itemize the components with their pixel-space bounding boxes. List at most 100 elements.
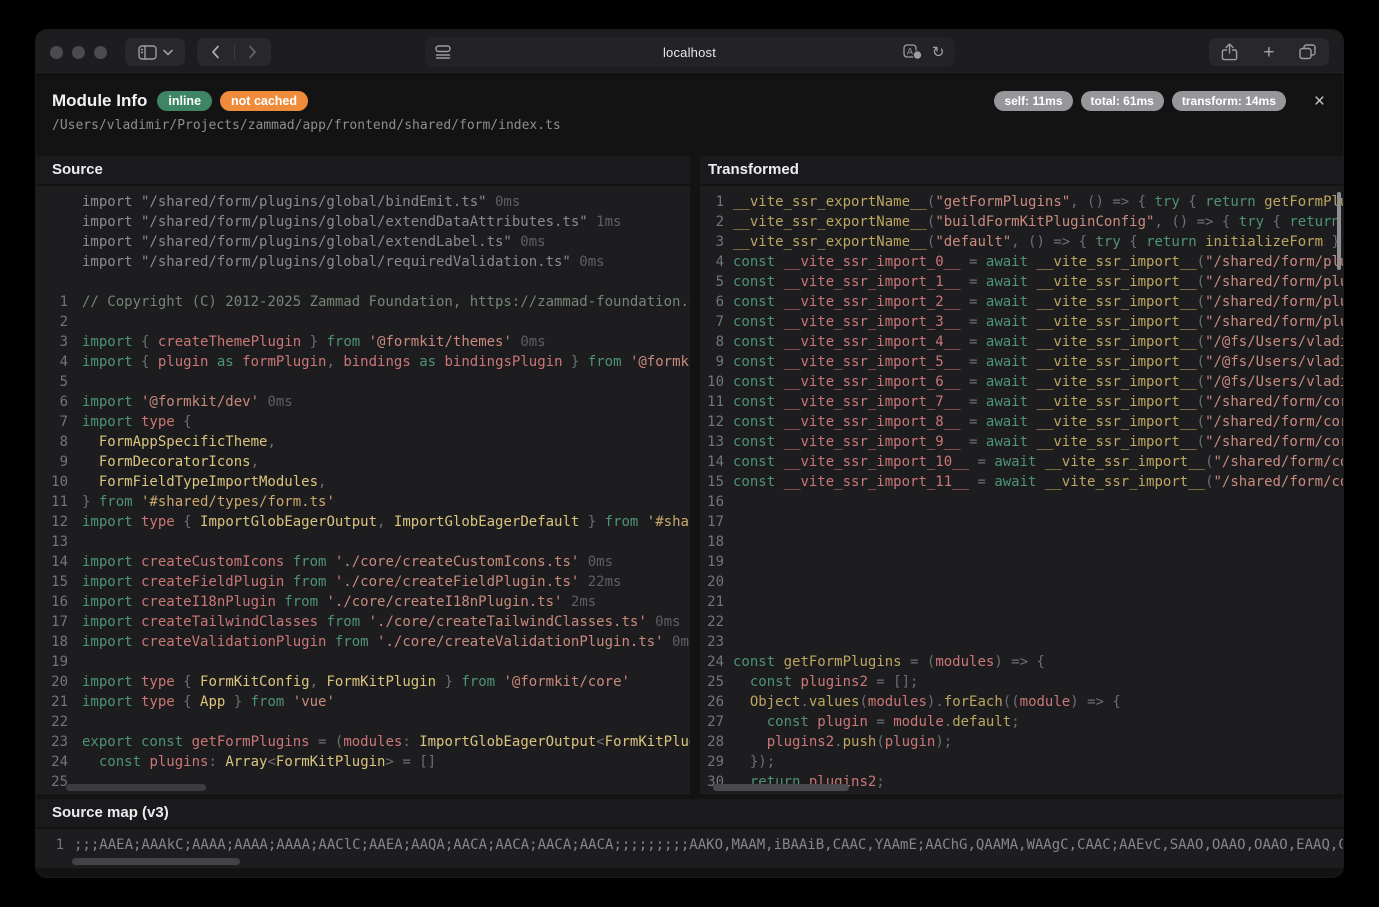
transformed-vscrollbar-thumb[interactable] xyxy=(1337,192,1341,270)
source-panel: Source import "/shared/form/plugins/glob… xyxy=(36,156,690,794)
code-line: 26 Object.values(modules).forEach((modul… xyxy=(704,692,1343,712)
address-bar-actions: A ↻ xyxy=(903,44,945,60)
module-info-header: Module Info inline not cached self: 11mst… xyxy=(36,75,1343,140)
code-line: 9const __vite_ssr_import_5__ = await __v… xyxy=(704,352,1343,372)
code-line: 17import createTailwindClasses from './c… xyxy=(40,612,690,632)
code-line: import "/shared/form/plugins/global/requ… xyxy=(40,252,690,272)
code-line: 6import '@formkit/dev' 0ms xyxy=(40,392,690,412)
code-line: 5const __vite_ssr_import_1__ = await __v… xyxy=(704,272,1343,292)
source-panel-title: Source xyxy=(36,156,690,184)
code-line: import "/shared/form/plugins/global/exte… xyxy=(40,232,690,252)
translate-icon[interactable]: A xyxy=(903,44,922,60)
window-controls xyxy=(50,46,107,59)
code-line: 3import { createThemePlugin } from '@for… xyxy=(40,332,690,352)
code-line: 7const __vite_ssr_import_3__ = await __v… xyxy=(704,312,1343,332)
chevron-right-icon xyxy=(248,45,257,59)
code-line: 12import type { ImportGlobEagerOutput, I… xyxy=(40,512,690,532)
transformed-panel: Transformed 1__vite_ssr_exportName__("ge… xyxy=(700,156,1343,794)
code-line: import "/shared/form/plugins/global/bind… xyxy=(40,192,690,212)
status-badge: inline xyxy=(157,91,212,111)
code-line: 21 xyxy=(704,592,1343,612)
code-line: 15import createFieldPlugin from './core/… xyxy=(40,572,690,592)
code-line: 12const __vite_ssr_import_8__ = await __… xyxy=(704,412,1343,432)
share-icon xyxy=(1221,43,1238,61)
sourcemap-code: 1;;;AAEA;AAAkC;AAAA;AAAA;AAAA;AAClC;AAEA… xyxy=(36,829,1343,868)
code-line: 19 xyxy=(40,652,690,672)
code-line: 25 const plugins2 = []; xyxy=(704,672,1343,692)
code-line: 20import type { FormKitConfig, FormKitPl… xyxy=(40,672,690,692)
source-hscrollbar-thumb[interactable] xyxy=(66,784,206,791)
status-badge: not cached xyxy=(220,91,308,111)
code-line: 22 xyxy=(704,612,1343,632)
code-line: 17 xyxy=(704,512,1343,532)
sourcemap-panel: Source map (v3) 1;;;AAEA;AAAkC;AAAA;AAAA… xyxy=(36,799,1343,868)
code-panels: Source import "/shared/form/plugins/glob… xyxy=(36,156,1343,794)
code-line: 5 xyxy=(40,372,690,392)
code-line: 18import createValidationPlugin from './… xyxy=(40,632,690,652)
code-line: 21import type { App } from 'vue' xyxy=(40,692,690,712)
back-button[interactable] xyxy=(197,38,234,66)
svg-text:A: A xyxy=(907,48,914,58)
transformed-code: 1__vite_ssr_exportName__("getFormPlugins… xyxy=(700,186,1343,794)
code-line: 7import type { xyxy=(40,412,690,432)
reload-icon[interactable]: ↻ xyxy=(932,45,945,60)
source-code: import "/shared/form/plugins/global/bind… xyxy=(36,186,690,794)
code-line: 2 xyxy=(40,312,690,332)
code-line: 22 xyxy=(40,712,690,732)
code-line: 24 const plugins: Array<FormKitPlugin> =… xyxy=(40,752,690,772)
code-line: 18 xyxy=(704,532,1343,552)
code-line: 1// Copyright (C) 2012-2025 Zammad Found… xyxy=(40,292,690,312)
forward-button[interactable] xyxy=(235,38,272,66)
code-line: 8 FormAppSpecificTheme, xyxy=(40,432,690,452)
code-line: 9 FormDecoratorIcons, xyxy=(40,452,690,472)
tabs-icon xyxy=(1299,44,1316,60)
code-line: 1__vite_ssr_exportName__("getFormPlugins… xyxy=(704,192,1343,212)
code-line: 23 xyxy=(704,632,1343,652)
sidebar-toggle-button[interactable] xyxy=(125,38,185,66)
toolbar-right-actions: + xyxy=(1209,38,1329,66)
code-line: 15const __vite_ssr_import_11__ = await _… xyxy=(704,472,1343,492)
code-line: 29 }); xyxy=(704,752,1343,772)
history-nav xyxy=(197,38,271,66)
code-line: 27 const plugin = module.default; xyxy=(704,712,1343,732)
transformed-panel-title: Transformed xyxy=(700,156,1343,184)
url-text: localhost xyxy=(425,45,955,60)
code-line: 14const __vite_ssr_import_10__ = await _… xyxy=(704,452,1343,472)
code-line: 20 xyxy=(704,572,1343,592)
code-line: 16 xyxy=(704,492,1343,512)
code-line: 10const __vite_ssr_import_6__ = await __… xyxy=(704,372,1343,392)
code-line xyxy=(40,272,690,292)
new-tab-button[interactable]: + xyxy=(1263,43,1274,62)
code-line: 16import createI18nPlugin from './core/c… xyxy=(40,592,690,612)
code-line: 4import { plugin as formPlugin, bindings… xyxy=(40,352,690,372)
sourcemap-panel-title: Source map (v3) xyxy=(36,799,1343,827)
code-line: 24const getFormPlugins = (modules) => { xyxy=(704,652,1343,672)
module-inspector-page: Module Info inline not cached self: 11mst… xyxy=(36,75,1343,877)
share-button[interactable] xyxy=(1221,43,1238,61)
minimize-window-button[interactable] xyxy=(72,46,85,59)
code-line: 13const __vite_ssr_import_9__ = await __… xyxy=(704,432,1343,452)
code-line: 19 xyxy=(704,552,1343,572)
timing-pill: transform: 14ms xyxy=(1172,91,1286,111)
code-line: 4const __vite_ssr_import_0__ = await __v… xyxy=(704,252,1343,272)
tab-overview-button[interactable] xyxy=(1299,44,1316,60)
transformed-hscrollbar-thumb[interactable] xyxy=(713,784,849,791)
zoom-window-button[interactable] xyxy=(94,46,107,59)
browser-window: localhost A ↻ + xyxy=(36,30,1343,877)
module-file-path: /Users/vladimir/Projects/zammad/app/fron… xyxy=(52,118,1327,133)
code-line: 6const __vite_ssr_import_2__ = await __v… xyxy=(704,292,1343,312)
timing-pills: self: 11mstotal: 61mstransform: 14ms xyxy=(986,92,1285,110)
browser-toolbar: localhost A ↻ + xyxy=(36,30,1343,75)
sourcemap-hscrollbar-thumb[interactable] xyxy=(72,858,240,865)
code-line: 10 FormFieldTypeImportModules, xyxy=(40,472,690,492)
chevron-down-icon xyxy=(163,49,173,56)
code-line: import "/shared/form/plugins/global/exte… xyxy=(40,212,690,232)
close-button[interactable]: × xyxy=(1312,92,1327,111)
close-window-button[interactable] xyxy=(50,46,63,59)
code-line: 11const __vite_ssr_import_7__ = await __… xyxy=(704,392,1343,412)
code-line: 23export const getFormPlugins = (modules… xyxy=(40,732,690,752)
code-line: 1;;;AAEA;AAAkC;AAAA;AAAA;AAAA;AAClC;AAEA… xyxy=(40,835,1343,855)
code-line: 8const __vite_ssr_import_4__ = await __v… xyxy=(704,332,1343,352)
address-bar[interactable]: localhost A ↻ xyxy=(425,37,955,67)
page-title: Module Info xyxy=(52,91,147,111)
